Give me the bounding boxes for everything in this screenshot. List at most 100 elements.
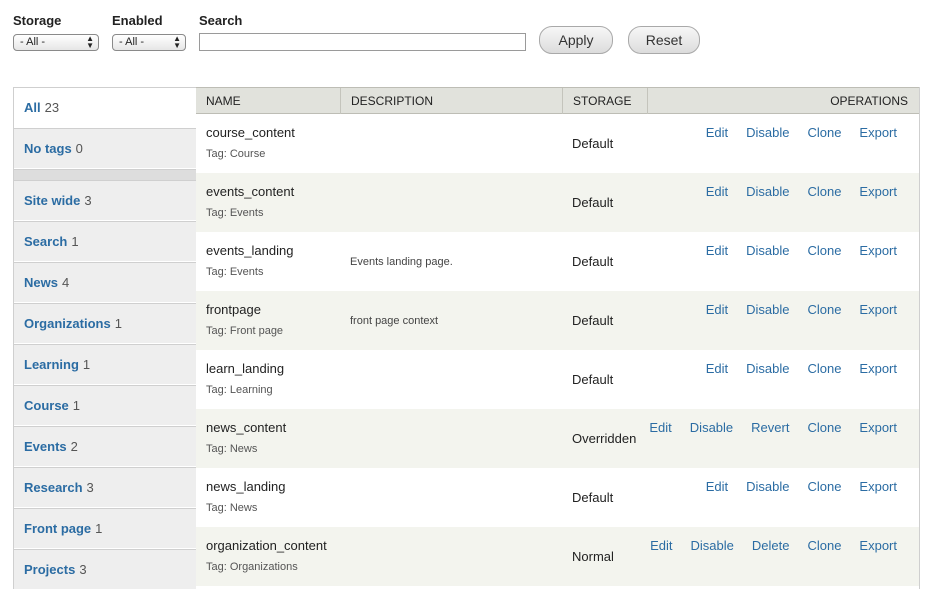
search-filter-label: Search xyxy=(199,13,243,28)
edit-link[interactable]: Edit xyxy=(650,538,672,553)
export-link[interactable]: Export xyxy=(859,243,897,258)
sidebar-item-organizations[interactable]: Organizations 1 xyxy=(14,303,196,343)
reset-button[interactable]: Reset xyxy=(628,26,700,54)
column-divider xyxy=(647,88,648,114)
clone-link[interactable]: Clone xyxy=(807,184,841,199)
column-header-name[interactable]: NAME xyxy=(206,88,241,114)
export-link[interactable]: Export xyxy=(859,479,897,494)
table-row: course_content Tag: Course Default Edit Disa… xyxy=(196,114,919,173)
table-row: organization_content Tag: Organizations No… xyxy=(196,527,919,586)
enabled-select[interactable]: - All - ▲ ▼ xyxy=(112,34,186,51)
sidebar-item-label: No tags xyxy=(24,141,72,156)
sidebar-item-label: Events xyxy=(24,439,67,454)
operations-links: Edit Disable Clone Export xyxy=(706,479,897,494)
context-tag: Tag: Events xyxy=(206,266,264,278)
edit-link[interactable]: Edit xyxy=(649,420,671,435)
table-row: frontpage Tag: Front page front page conte… xyxy=(196,291,919,350)
table-row: news_content Tag: News Overridden Edit Disab… xyxy=(196,409,919,468)
sidebar-item-count: 1 xyxy=(71,234,79,249)
context-description: front page context xyxy=(350,315,439,327)
clone-link[interactable]: Clone xyxy=(807,302,841,317)
edit-link[interactable]: Edit xyxy=(706,243,728,258)
clone-link[interactable]: Clone xyxy=(807,479,841,494)
column-header-storage[interactable]: STORAGE xyxy=(573,88,631,114)
enabled-select-value: - All - xyxy=(119,36,145,48)
export-link[interactable]: Export xyxy=(859,361,897,376)
sidebar-item-site-wide[interactable]: Site wide 3 xyxy=(14,180,196,220)
sidebar-item-all[interactable]: All 23 xyxy=(14,87,196,127)
export-link[interactable]: Export xyxy=(859,420,897,435)
sidebar-item-research[interactable]: Research 3 xyxy=(14,467,196,507)
disable-link[interactable]: Disable xyxy=(746,125,789,140)
sidebar-item-label: Front page xyxy=(24,521,92,536)
delete-link[interactable]: Delete xyxy=(752,538,790,553)
edit-link[interactable]: Edit xyxy=(706,184,728,199)
disable-link[interactable]: Disable xyxy=(746,479,789,494)
clone-link[interactable]: Clone xyxy=(807,420,841,435)
context-tag: Tag: Events xyxy=(206,207,264,219)
edit-link[interactable]: Edit xyxy=(706,479,728,494)
disable-link[interactable]: Disable xyxy=(690,420,733,435)
column-divider xyxy=(562,88,563,114)
search-input[interactable] xyxy=(199,33,526,51)
storage-select-value: - All - xyxy=(20,36,46,48)
export-link[interactable]: Export xyxy=(859,125,897,140)
disable-link[interactable]: Disable xyxy=(746,184,789,199)
context-storage: Default xyxy=(572,372,614,387)
context-tag: Tag: Learning xyxy=(206,384,273,396)
column-header-description[interactable]: DESCRIPTION xyxy=(351,88,433,114)
contexts-table: NAME DESCRIPTION STORAGE OPERATIONS cour… xyxy=(196,87,920,589)
storage-filter: Storage xyxy=(13,12,61,29)
context-storage: Default xyxy=(572,195,614,210)
enabled-filter-label: Enabled xyxy=(112,13,163,28)
sidebar-item-count: 3 xyxy=(84,193,92,208)
sidebar-item-learning[interactable]: Learning 1 xyxy=(14,344,196,384)
edit-link[interactable]: Edit xyxy=(706,361,728,376)
sidebar-item-search[interactable]: Search 1 xyxy=(14,221,196,261)
disable-link[interactable]: Disable xyxy=(746,302,789,317)
apply-button[interactable]: Apply xyxy=(539,26,613,54)
sidebar-item-projects[interactable]: Projects 3 xyxy=(14,549,196,589)
filter-bar: Storage - All - ▲ ▼ Enabled - All - ▲ ▼ Se… xyxy=(13,12,913,62)
disable-link[interactable]: Disable xyxy=(746,243,789,258)
select-arrows-icon: ▲ ▼ xyxy=(173,34,181,50)
clone-link[interactable]: Clone xyxy=(807,125,841,140)
sidebar-item-news[interactable]: News 4 xyxy=(14,262,196,302)
context-storage: Default xyxy=(572,254,614,269)
search-filter: Search xyxy=(199,12,242,29)
disable-link[interactable]: Disable xyxy=(746,361,789,376)
context-storage: Overridden xyxy=(572,431,637,446)
sidebar-item-label: Course xyxy=(24,398,69,413)
sidebar-item-count: 0 xyxy=(75,141,83,156)
sidebar-item-count: 1 xyxy=(82,357,91,372)
context-tag: Tag: Front page xyxy=(206,325,284,337)
export-link[interactable]: Export xyxy=(859,184,897,199)
export-link[interactable]: Export xyxy=(859,302,897,317)
table-row: events_landing Tag: Events Events landing … xyxy=(196,232,919,291)
storage-select[interactable]: - All - ▲ ▼ xyxy=(13,34,99,51)
tag-sidebar: All 23 No tags 0 Site wide 3 Search 1 News 4 … xyxy=(13,87,196,589)
sidebar-item-label: Site wide xyxy=(24,193,81,208)
edit-link[interactable]: Edit xyxy=(706,302,728,317)
operations-links: Edit Disable Revert Clone Export xyxy=(649,420,897,435)
edit-link[interactable]: Edit xyxy=(706,125,728,140)
sidebar-item-count: 1 xyxy=(114,316,122,331)
sidebar-item-label: Organizations xyxy=(24,316,111,331)
sidebar-item-no-tags[interactable]: No tags 0 xyxy=(14,128,196,168)
context-name: frontpage xyxy=(206,302,261,317)
context-tag: Tag: News xyxy=(206,443,258,455)
disable-link[interactable]: Disable xyxy=(691,538,734,553)
context-name: news_content xyxy=(206,420,287,435)
context-name: course_content xyxy=(206,125,295,140)
sidebar-item-label: Search xyxy=(24,234,68,249)
table-row: learn_landing Tag: Learning Default Edit Dis… xyxy=(196,350,919,409)
sidebar-item-course[interactable]: Course 1 xyxy=(14,385,196,425)
sidebar-item-events[interactable]: Events 2 xyxy=(14,426,196,466)
revert-link[interactable]: Revert xyxy=(751,420,789,435)
clone-link[interactable]: Clone xyxy=(807,361,841,376)
clone-link[interactable]: Clone xyxy=(807,243,841,258)
table-row: events_content Tag: Events Default Edit Disa… xyxy=(196,173,919,232)
sidebar-item-front-page[interactable]: Front page 1 xyxy=(14,508,196,548)
export-link[interactable]: Export xyxy=(859,538,897,553)
clone-link[interactable]: Clone xyxy=(807,538,841,553)
